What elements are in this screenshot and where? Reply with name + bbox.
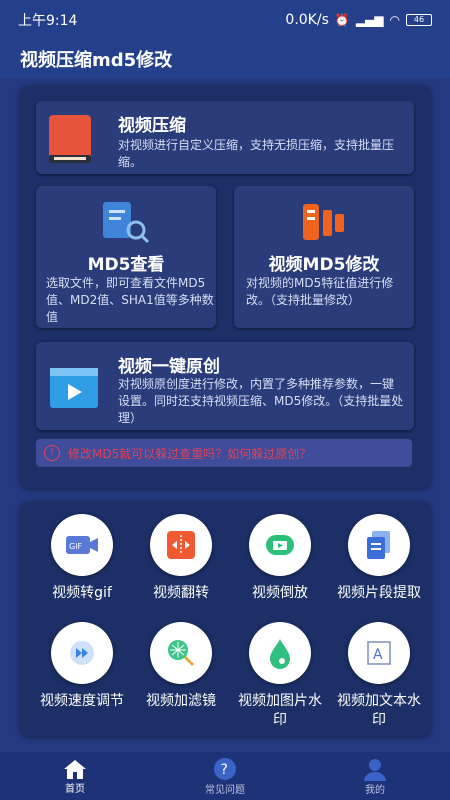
tool-image-watermark[interactable]: 视频加图片水印	[230, 622, 330, 730]
original-desc: 对视频原创度进行修改，内置了多种推荐参数，一键设置。同时还支持视频压缩、MD5修…	[118, 377, 404, 425]
tab-home-label: 首页	[65, 783, 85, 795]
compress-title: 视频压缩	[118, 116, 186, 136]
tool-label: 视频速度调节	[40, 693, 124, 709]
gif-camera-icon: GIF	[66, 536, 98, 554]
tool-label: 视频倒放	[252, 585, 308, 601]
red-book-icon	[49, 115, 91, 163]
tool-label: 视频加文本水印	[337, 693, 421, 728]
warning-icon: !	[44, 445, 60, 461]
user-icon	[364, 758, 386, 781]
battery-icon: 46	[406, 14, 432, 26]
original-panel[interactable]: 视频一键原创 对视频原创度进行修改，内置了多种推荐参数，一键设置。同时还支持视频…	[36, 342, 414, 430]
tool-label: 视频转gif	[52, 585, 112, 601]
wifi-icon: ◠	[389, 13, 400, 27]
speed-icon	[70, 641, 94, 665]
warning-text: 修改MD5就可以躲过查重吗？如何躲过原创？	[68, 446, 312, 461]
tab-faq[interactable]: ? 常见问题	[150, 752, 300, 800]
orange-bars-icon	[303, 204, 344, 240]
tool-label: 视频片段提取	[337, 585, 421, 601]
compress-desc: 对视频进行自定义压缩，支持无损压缩，支持批量压缩。	[118, 138, 395, 169]
app-title-bar: 视频压缩md5修改	[0, 40, 450, 78]
tool-label: 视频翻转	[153, 585, 209, 601]
tab-mine[interactable]: 我的	[300, 752, 450, 800]
tool-add-filter[interactable]: 视频加滤镜	[131, 622, 231, 711]
video-play-icon	[50, 368, 98, 408]
compress-panel[interactable]: 视频压缩 对视频进行自定义压缩，支持无损压缩，支持批量压缩。	[36, 101, 414, 174]
md5-edit-title: 视频MD5修改	[268, 255, 380, 275]
tab-home[interactable]: 首页	[0, 752, 150, 800]
status-net: 0.0K/s	[285, 12, 329, 28]
tool-video-flip[interactable]: 视频翻转	[131, 514, 231, 603]
signal-icon: ▂▄▆	[355, 13, 384, 27]
md5-edit-panel[interactable]: 视频MD5修改 对视频的MD5特征值进行修改。（支持批量修改）	[234, 186, 414, 328]
md5-view-desc: 选取文件，即可查看文件MD5值、MD2值、SHA1值等多种数值	[46, 276, 214, 324]
svg-text:GIF: GIF	[69, 542, 83, 551]
warning-banner[interactable]: ! 修改MD5就可以躲过查重吗？如何躲过原创？	[36, 439, 412, 467]
alarm-icon: ⏰	[334, 13, 350, 27]
question-icon: ?	[214, 757, 236, 780]
status-time: 上午9:14	[18, 13, 78, 29]
md5-edit-desc: 对视频的MD5特征值进行修改。（支持批量修改）	[246, 276, 394, 307]
clip-extract-icon	[367, 531, 390, 559]
original-title: 视频一键原创	[118, 357, 220, 377]
md5-view-panel[interactable]: MD5查看 选取文件，即可查看文件MD5值、MD2值、SHA1值等多种数值	[36, 186, 216, 328]
app-title: 视频压缩md5修改	[20, 50, 173, 71]
flip-icon	[167, 531, 195, 559]
tool-video-to-gif[interactable]: GIF 视频转gif	[32, 514, 132, 603]
bottom-tab-bar: 首页 ? 常见问题 我的	[0, 752, 450, 800]
status-bar: 上午9:14 0.0K/s ⏰ ▂▄▆ ◠ 46	[0, 0, 450, 40]
svg-text:?: ?	[221, 762, 228, 778]
tool-label: 视频加滤镜	[146, 693, 216, 709]
rewind-icon	[266, 535, 294, 555]
md5-view-title: MD5查看	[87, 255, 165, 275]
file-search-icon	[103, 202, 150, 244]
tool-video-reverse[interactable]: 视频倒放	[230, 514, 330, 603]
tool-label: 视频加图片水印	[238, 693, 322, 728]
tab-mine-label: 我的	[365, 784, 385, 796]
home-icon	[64, 759, 86, 779]
image-watermark-icon	[270, 639, 290, 669]
svg-text:A: A	[373, 647, 383, 663]
text-watermark-icon: A	[367, 641, 391, 665]
tab-faq-label: 常见问题	[205, 784, 245, 796]
tool-speed-adjust[interactable]: 视频速度调节	[32, 622, 132, 711]
tool-clip-extract[interactable]: 视频片段提取	[329, 514, 429, 603]
tool-text-watermark[interactable]: A 视频加文本水印	[329, 622, 429, 730]
filter-icon	[168, 640, 195, 667]
